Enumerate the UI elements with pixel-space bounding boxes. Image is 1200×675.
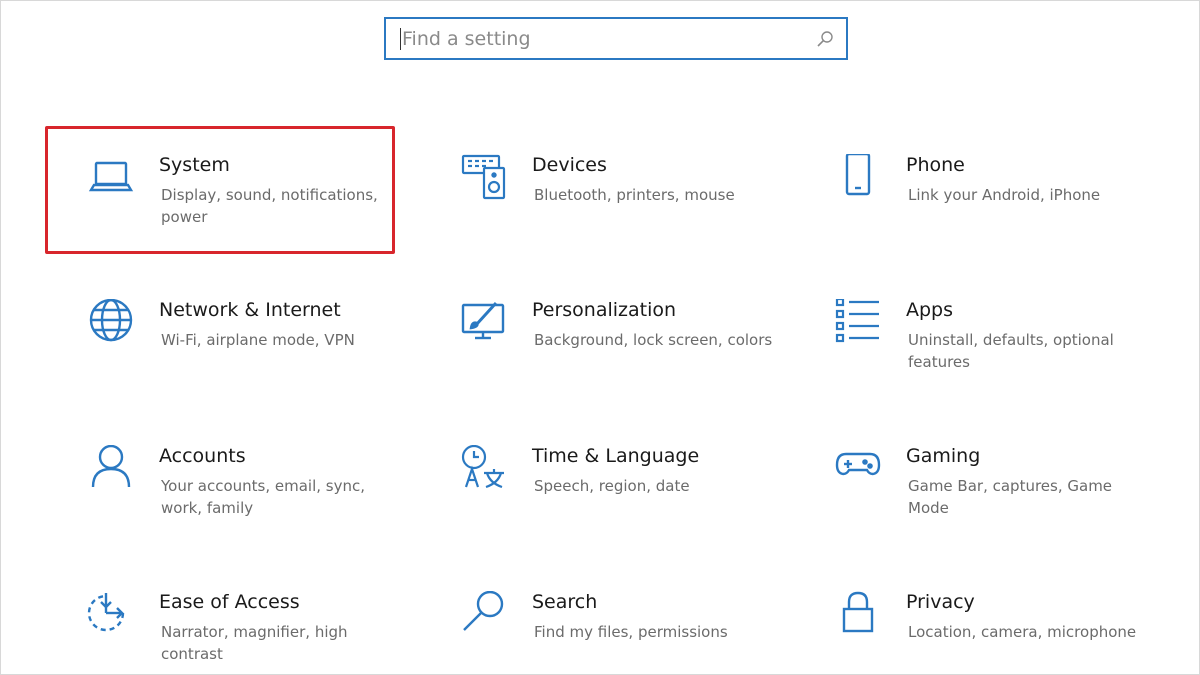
highlight-annotation-box [45,126,395,254]
tile-title: Network & Internet [159,299,341,321]
tile-privacy[interactable]: Privacy Location, camera, microphone [834,591,1164,675]
tile-gaming[interactable]: Gaming Game Bar, captures, Game Mode [834,445,1164,545]
tile-description: Uninstall, defaults, optional features [908,331,1114,371]
lock-icon [834,591,882,639]
tile-description: Link your Android, iPhone [908,186,1101,204]
settings-window: System Display, sound, notifications, po… [0,0,1200,675]
time-language-icon [460,445,508,493]
tile-title: Accounts [159,445,246,467]
tile-personalization[interactable]: Personalization Background, lock screen,… [460,299,790,399]
tile-description: Game Bar, captures, Game Mode [908,477,1113,517]
search-box[interactable] [384,17,848,60]
phone-icon [834,154,882,202]
tile-title: Privacy [906,591,975,613]
magnifier-icon [460,591,508,639]
tile-title: Devices [532,154,607,176]
search-input[interactable] [386,19,846,58]
tile-ease-of-access[interactable]: Ease of Access Narrator, magnifier, high… [87,591,417,675]
tile-description: Your accounts, email, sync, work, family [161,477,366,517]
tile-search[interactable]: Search Find my files, permissions [460,591,790,675]
text-caret [400,28,401,50]
tile-title: Time & Language [532,445,700,467]
tile-title: Apps [906,299,954,321]
devices-icon [460,154,508,202]
paintbrush-monitor-icon [460,299,508,347]
tile-description: Location, camera, microphone [908,623,1137,641]
tile-devices[interactable]: Devices Bluetooth, printers, mouse [460,154,790,254]
tile-network[interactable]: Network & Internet Wi-Fi, airplane mode,… [87,299,417,399]
globe-icon [87,299,135,347]
tile-description: Speech, region, date [534,477,690,495]
tile-title: Gaming [906,445,981,467]
tile-title: Phone [906,154,965,176]
tile-description: Wi-Fi, airplane mode, VPN [161,331,355,349]
ease-of-access-icon [87,591,135,639]
tile-description: Bluetooth, printers, mouse [534,186,735,204]
gamepad-icon [834,445,882,493]
tile-title: Search [532,591,598,613]
tile-description: Background, lock screen, colors [534,331,773,349]
tile-phone[interactable]: Phone Link your Android, iPhone [834,154,1164,254]
tile-apps[interactable]: Apps Uninstall, defaults, optional featu… [834,299,1164,399]
tile-time-language[interactable]: Time & Language Speech, region, date [460,445,790,545]
tile-title: Personalization [532,299,677,321]
tile-accounts[interactable]: Accounts Your accounts, email, sync, wor… [87,445,417,545]
person-icon [87,445,135,493]
tile-description: Narrator, magnifier, high contrast [161,623,348,663]
search-icon[interactable] [816,30,834,48]
tile-description: Find my files, permissions [534,623,728,641]
apps-list-icon [834,299,882,347]
tile-title: Ease of Access [159,591,300,613]
